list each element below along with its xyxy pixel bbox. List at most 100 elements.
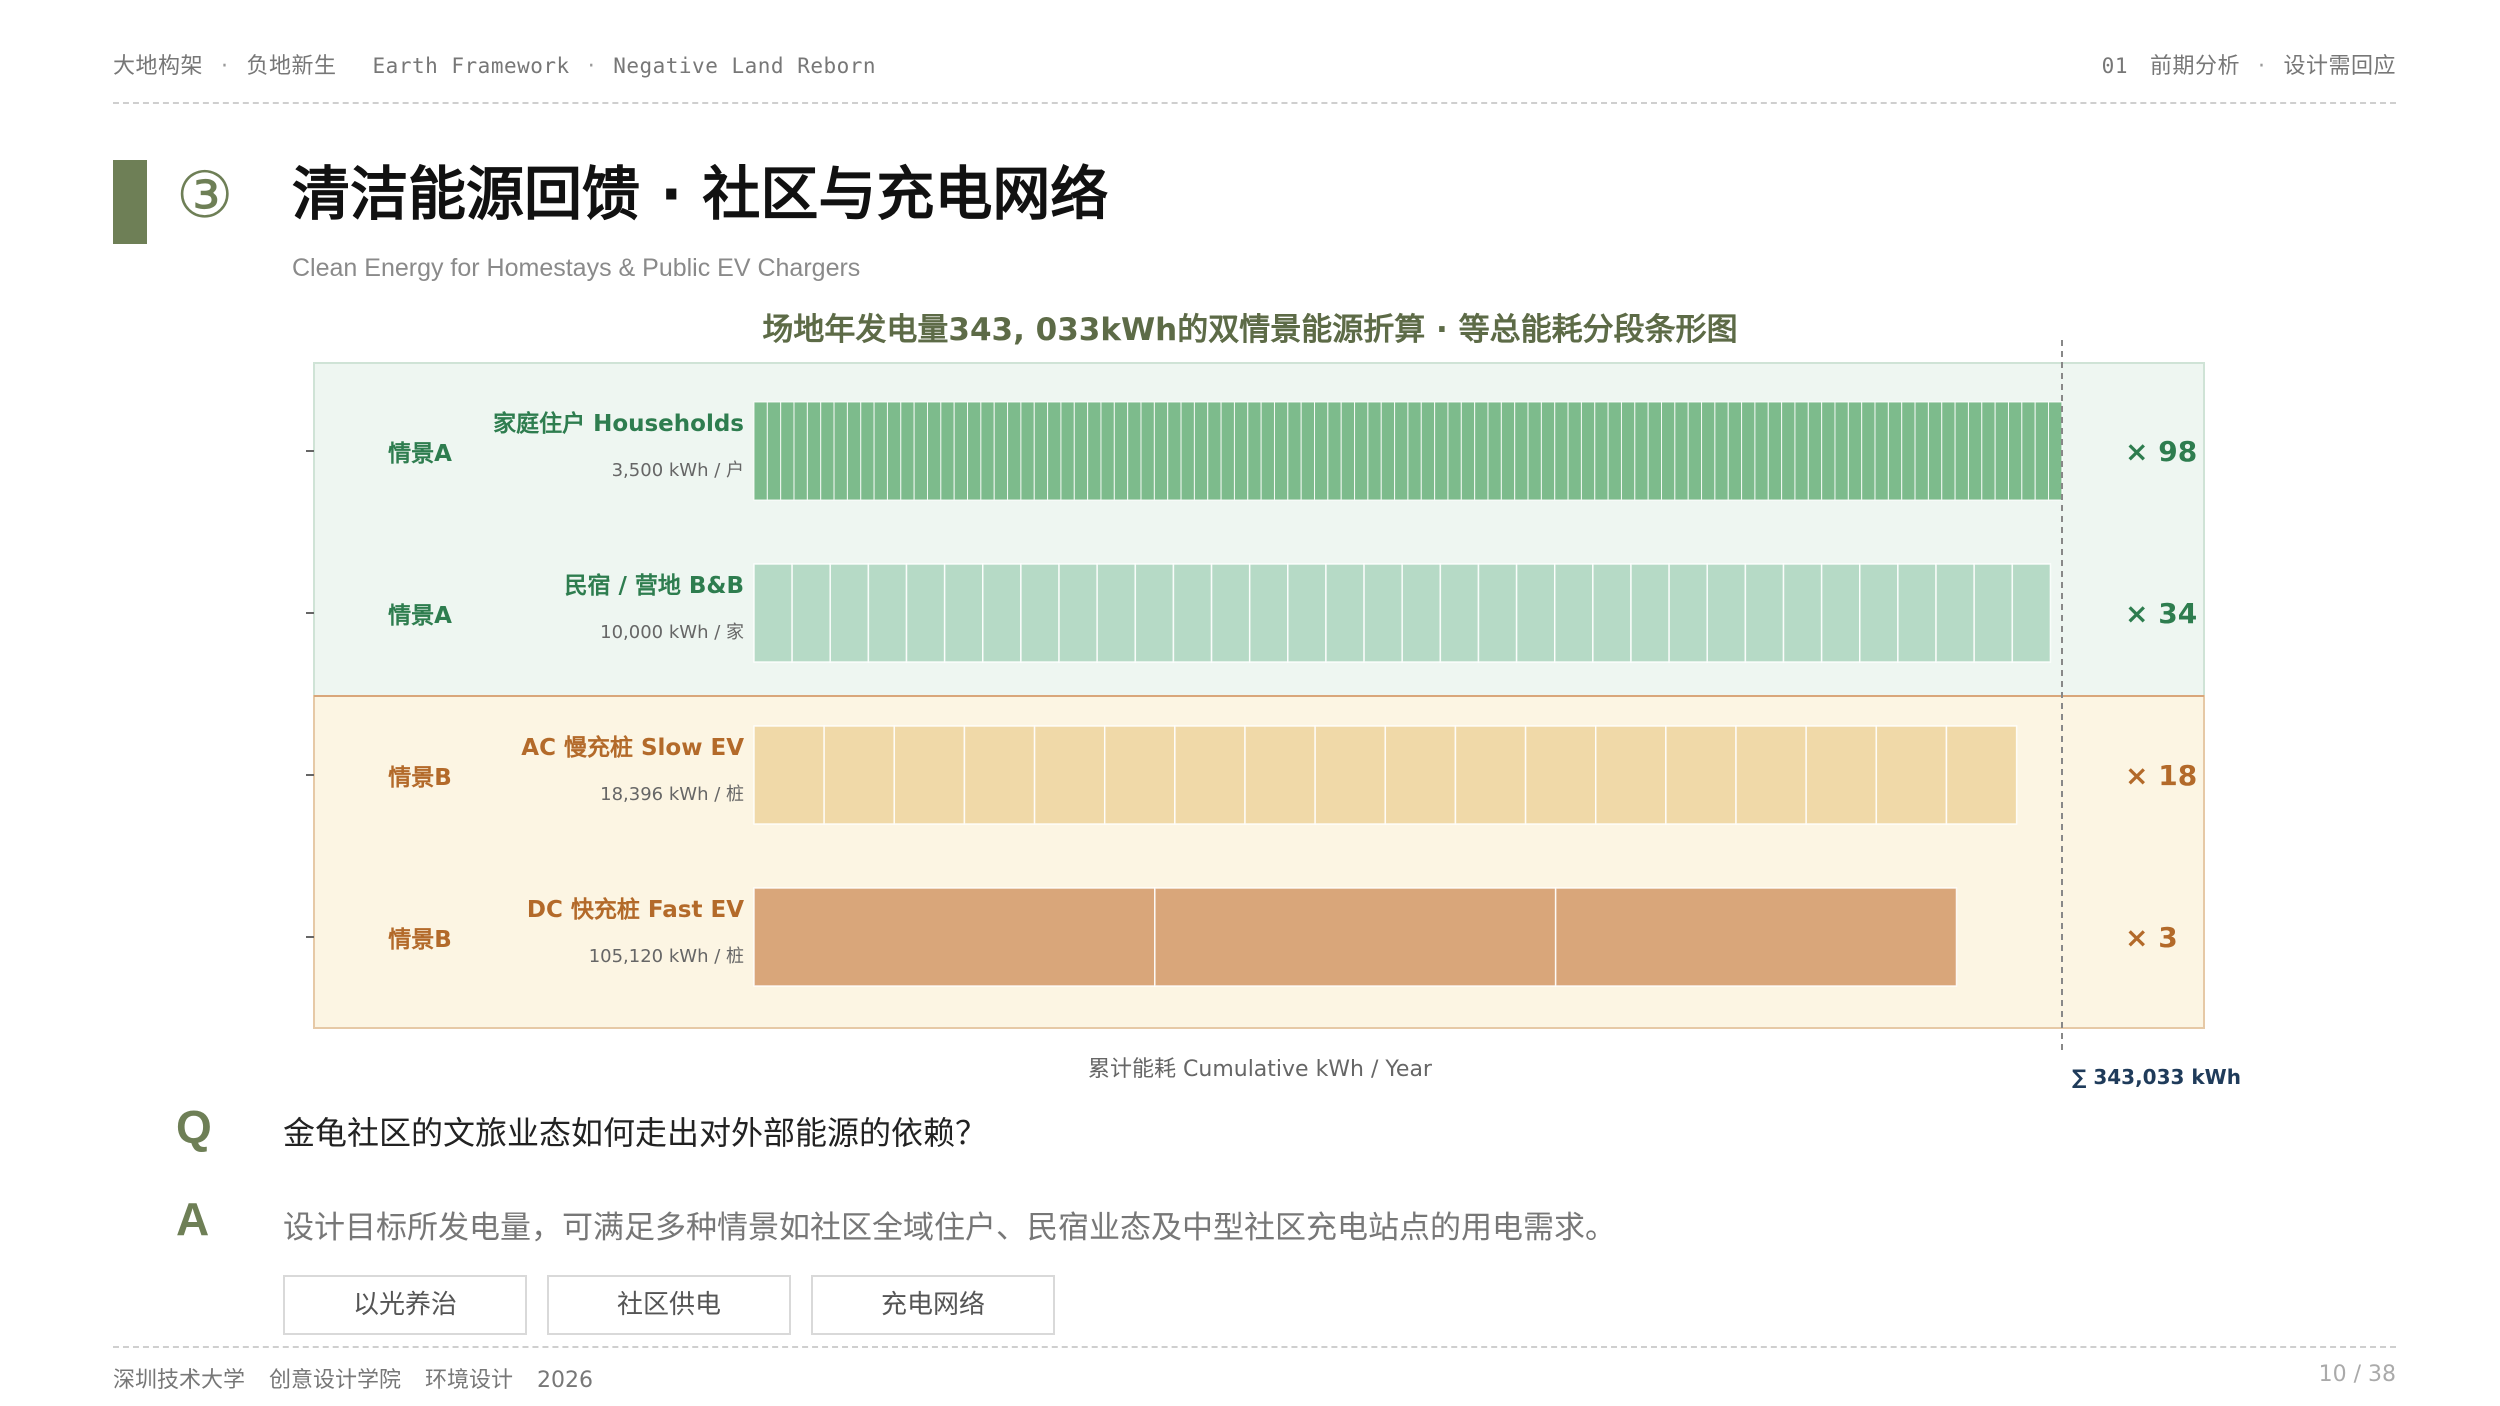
bar-segment (1553, 563, 1594, 663)
count-label: × 18 (2125, 759, 2197, 792)
bar-segment (982, 563, 1022, 663)
unit-label: 105,120 kWh / 桩 (589, 946, 744, 967)
answer-text: 设计目标所发电量，可满足多种情景如社区全域住户、民宿业态及中型社区充电站点的用电… (283, 1210, 1616, 1246)
bar-segment (893, 725, 966, 825)
bar-segment (1420, 401, 1436, 501)
bar-segment (1474, 401, 1489, 501)
unit-label: 18,396 kWh / 桩 (600, 784, 744, 805)
bar-segment (1207, 401, 1222, 501)
bar-segment (1354, 401, 1369, 501)
bar-segment (1594, 401, 1609, 501)
bar-segment (2011, 563, 2052, 663)
bar-segment (1325, 563, 1365, 663)
category-label: DC 快充桩 Fast EV (527, 896, 744, 923)
footer-info: 深圳技术大学 创意设计学院 环境设计 2026 (113, 1362, 617, 1394)
bar-segment (1515, 563, 1556, 663)
bar-segment (823, 725, 896, 825)
bar-segment (1434, 401, 1449, 501)
bar-segment (1247, 401, 1262, 501)
x-axis-label: 累计能耗 Cumulative kWh / Year (1088, 1057, 1433, 1082)
bar-segment (1477, 563, 1518, 663)
bar-segment (867, 563, 908, 663)
bar-segment (1514, 401, 1529, 501)
count-label: × 3 (2125, 921, 2178, 954)
bar-segment (1973, 563, 2014, 663)
bar-segment (753, 725, 825, 825)
bar-segment (860, 401, 875, 501)
bar-segment (963, 725, 1036, 825)
bar-segment (1033, 725, 1106, 825)
unit-label: 10,000 kWh / 家 (600, 622, 744, 643)
category-label: AC 慢充桩 Slow EV (521, 734, 744, 761)
bar-segment (1100, 401, 1115, 501)
bar-segment (1847, 401, 1863, 501)
bar-segment (1454, 725, 1527, 825)
bar-segment (1665, 725, 1737, 825)
scenario-label: 情景B (388, 765, 452, 791)
bar-segment (1935, 563, 1975, 663)
bar-segment (2007, 401, 2023, 501)
bar-segment (1668, 563, 1709, 663)
bar-segment (1394, 401, 1409, 501)
bar-segment (1805, 725, 1878, 825)
bar-segment (1794, 401, 1809, 501)
bar-segment (1820, 563, 1861, 663)
energy-bar-chart: 情景A 家庭住户 Households 3,500 kWh / 户 × 98 情景A 民宿… (306, 340, 2241, 1089)
bar-segment (1634, 401, 1649, 501)
tag-charging-network[interactable]: 充电网络 (811, 1275, 1055, 1335)
bar-segment (940, 401, 955, 501)
bar-segment (1620, 401, 1636, 501)
bar-segment (1193, 401, 1209, 501)
bar-segment (1020, 563, 1060, 663)
bar-segment (926, 401, 942, 501)
bar-segment (1647, 401, 1663, 501)
bar-segment (1554, 887, 1958, 987)
bar-segment (1401, 563, 1442, 663)
bar-segment (1020, 401, 1035, 501)
bar-segment (1901, 401, 1916, 501)
bar-segment (1007, 401, 1022, 501)
bar-segment (2048, 401, 2063, 501)
bar-segment (1233, 401, 1249, 501)
bar-segment (1607, 401, 1622, 501)
unit-label: 3,500 kWh / 户 (612, 460, 744, 481)
bar-segment (793, 401, 808, 501)
bar-segment (1134, 563, 1175, 663)
bar-segment (1594, 725, 1667, 825)
bar-segment (791, 563, 832, 663)
footer-year: 2026 (537, 1368, 594, 1393)
tag-community-power[interactable]: 社区供电 (547, 1275, 791, 1335)
bar-segment (1384, 725, 1457, 825)
bar-segment (846, 401, 862, 501)
bar-segment (1367, 401, 1382, 501)
bar-segment (1807, 401, 1823, 501)
bar-segment (1735, 725, 1807, 825)
bar-segment (753, 887, 1156, 987)
bar-segment (1260, 401, 1275, 501)
bar-segment (1167, 401, 1182, 501)
bar-segment (1140, 401, 1155, 501)
bar-segment (1314, 725, 1387, 825)
bar-segment (1592, 563, 1632, 663)
bar-segment (1834, 401, 1849, 501)
bar-segment (1154, 887, 1557, 987)
bar-segment (1087, 401, 1102, 501)
bar-segment (1914, 401, 1929, 501)
bar-segment (1967, 401, 1983, 501)
bar-segment (2021, 401, 2036, 501)
bar-segment (1460, 401, 1476, 501)
total-label: ∑ 343,033 kWh (2072, 1065, 2241, 1089)
bar-segment (1821, 401, 1836, 501)
bar-segment (2034, 401, 2050, 501)
bar-segment (1945, 725, 2018, 825)
bar-segment (1033, 401, 1049, 501)
bar-segment (1407, 401, 1422, 501)
bar-segment (1060, 401, 1075, 501)
footer-divider (113, 1346, 2396, 1348)
tag-solar-governance[interactable]: 以光养治 (283, 1275, 527, 1335)
bar-segment (1103, 725, 1176, 825)
bar-segment (1887, 401, 1903, 501)
bar-segment (1047, 401, 1062, 501)
bar-segment (1754, 401, 1769, 501)
bar-segment (1363, 563, 1403, 663)
